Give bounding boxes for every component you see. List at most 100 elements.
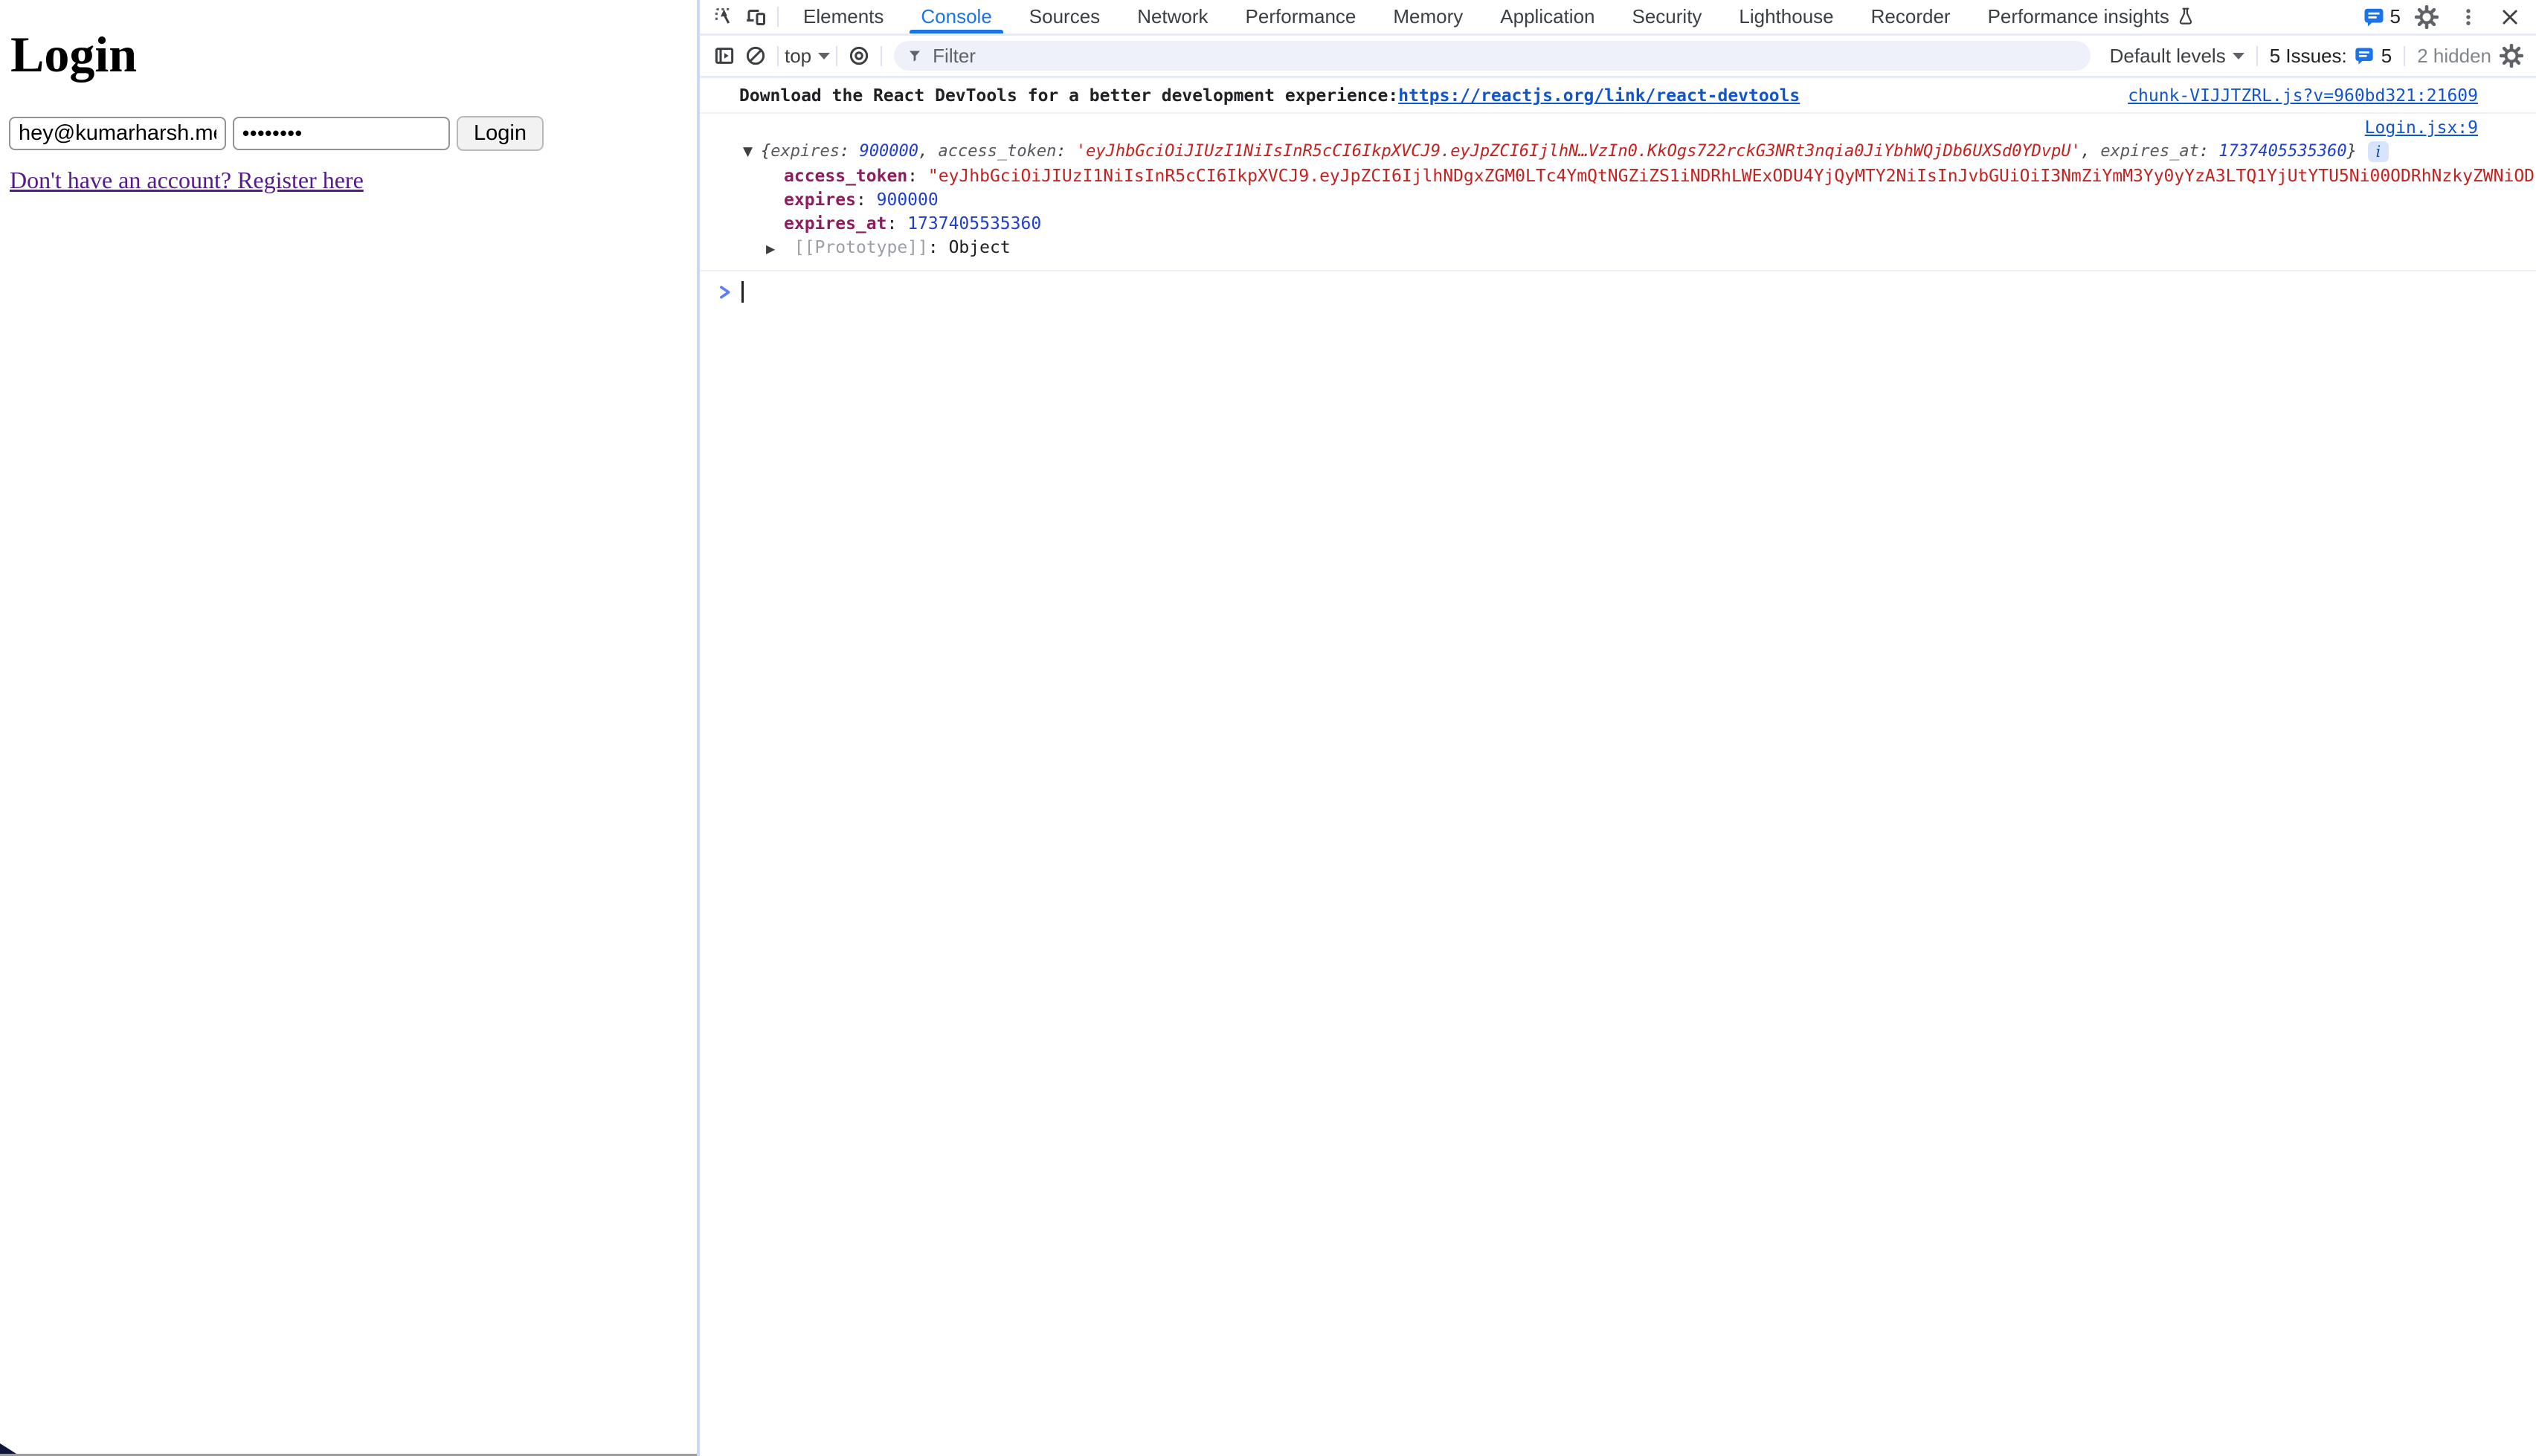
divider xyxy=(836,46,837,66)
tab-label: Lighthouse xyxy=(1739,5,1833,28)
property-key: expires_at xyxy=(784,214,886,233)
object-properties: access_token: "eyJhbGciOiJIUzI1NiIsInR5c… xyxy=(700,164,2536,236)
context-selector-label: top xyxy=(785,45,811,68)
info-message-text: Download the React DevTools for a better… xyxy=(739,85,1398,107)
tab-label: Elements xyxy=(803,5,884,28)
messages-count: 5 xyxy=(2390,5,2401,28)
property-value: "eyJhbGciOiJIUzI1NiIsInR5cCI6IkpXVCJ9.ey… xyxy=(928,167,2536,186)
preview-segment-punct: : xyxy=(1056,142,1076,161)
tab-network[interactable]: Network xyxy=(1119,0,1226,33)
preview-segment-key: expires_at xyxy=(2100,142,2198,161)
context-selector[interactable]: top xyxy=(785,45,830,68)
console-sidebar-icon[interactable] xyxy=(709,42,740,70)
tab-security[interactable]: Security xyxy=(1614,0,1721,33)
preview-segment-punct: , xyxy=(2081,142,2101,161)
text-cursor xyxy=(741,281,744,303)
prototype-key: [[Prototype]] xyxy=(794,238,928,257)
console-settings-gear-icon[interactable] xyxy=(2496,42,2527,70)
console-prompt[interactable] xyxy=(700,270,2536,303)
tab-application[interactable]: Application xyxy=(1481,0,1613,33)
device-toolbar-icon[interactable] xyxy=(740,3,771,31)
property-value: 900000 xyxy=(877,190,939,210)
issues-count: 5 xyxy=(2381,45,2392,68)
password-field[interactable] xyxy=(233,117,450,150)
tab-label: Application xyxy=(1500,5,1594,28)
clear-console-icon[interactable] xyxy=(740,42,771,70)
tab-recorder[interactable]: Recorder xyxy=(1853,0,1969,33)
tab-sources[interactable]: Sources xyxy=(1011,0,1119,33)
preview-segment-punct: : xyxy=(840,142,860,161)
source-link-login-jsx[interactable]: Login.jsx:9 xyxy=(2365,118,2478,138)
settings-gear-icon[interactable] xyxy=(2411,3,2442,31)
tab-lighthouse[interactable]: Lighthouse xyxy=(1720,0,1852,33)
object-property-expires: expires: 900000 xyxy=(700,188,2536,212)
tab-label: Sources xyxy=(1029,5,1100,28)
info-icon: i xyxy=(2368,141,2389,162)
tab-console[interactable]: Console xyxy=(902,0,1010,33)
property-key: access_token xyxy=(784,167,907,186)
object-preview-row: ▼ {expires: 900000, access_token: 'eyJhb… xyxy=(700,139,2536,164)
tab-performance-insights[interactable]: Performance insights xyxy=(1969,0,2214,33)
tab-label: Performance xyxy=(1246,5,1356,28)
tab-label: Memory xyxy=(1393,5,1463,28)
filter-input[interactable]: Filter xyxy=(894,41,2090,71)
chevron-down-icon xyxy=(818,53,830,59)
expand-triangle-icon[interactable]: ▶ xyxy=(766,237,784,261)
divider xyxy=(2404,46,2405,66)
register-link[interactable]: Don't have an account? Register here xyxy=(10,167,364,194)
divider xyxy=(881,46,882,66)
console-output: Download the React DevTools for a better… xyxy=(700,78,2536,1456)
tabbar-right-controls: 5 xyxy=(2363,3,2536,31)
prototype-row: ▶ [[Prototype]]: Object xyxy=(700,236,2536,261)
object-property-access_token: access_token: "eyJhbGciOiJIUzI1NiIsInR5c… xyxy=(700,164,2536,188)
console-info-message: Download the React DevTools for a better… xyxy=(700,78,2536,114)
tab-label: Performance insights xyxy=(1988,5,2169,28)
inspect-element-icon[interactable] xyxy=(709,3,740,31)
filter-placeholder: Filter xyxy=(933,45,976,68)
close-icon[interactable] xyxy=(2494,3,2526,31)
property-value: 1737405535360 xyxy=(907,214,1041,233)
devtools-tabbar: Elements Console Sources Network Performance… xyxy=(700,0,2536,36)
issues-label: 5 Issues: xyxy=(2270,45,2347,68)
login-button[interactable]: Login xyxy=(457,116,544,151)
tab-elements[interactable]: Elements xyxy=(785,0,902,33)
divider xyxy=(2256,46,2258,66)
preview-segment-key: access_token xyxy=(938,142,1056,161)
tab-performance[interactable]: Performance xyxy=(1227,0,1375,33)
email-field[interactable] xyxy=(9,117,226,150)
tab-label: Security xyxy=(1632,5,1702,28)
react-devtools-link[interactable]: https://reactjs.org/link/react-devtools xyxy=(1398,85,1800,107)
collapse-triangle-icon[interactable]: ▼ xyxy=(743,139,761,164)
preview-segment-string: 'eyJhbGciOiJIUzI1NiIsInR5cCI6IkpXVCJ9.ey… xyxy=(1076,142,2081,161)
devtools-tabs: Elements Console Sources Network Performance… xyxy=(785,0,2214,33)
source-link-chunk[interactable]: chunk-VIJJTZRL.js?v=960bd321:21609 xyxy=(2128,85,2478,107)
log-levels-label: Default levels xyxy=(2110,45,2226,68)
issues-counter[interactable]: 5 Issues: 5 xyxy=(2270,45,2392,68)
devtools-panel: Elements Console Sources Network Performance… xyxy=(697,0,2536,1456)
preview-segment-punct: { xyxy=(761,142,770,161)
tab-label: Recorder xyxy=(1871,5,1951,28)
console-object-log: Login.jsx:9 ▼ {expires: 900000, access_t… xyxy=(700,114,2536,264)
prompt-chevron-icon xyxy=(718,284,734,300)
more-options-icon[interactable] xyxy=(2453,3,2484,31)
console-messages-badge[interactable]: 5 xyxy=(2363,5,2401,28)
hidden-messages-label: 2 hidden xyxy=(2417,45,2491,68)
issues-chat-icon xyxy=(2354,45,2375,66)
filter-funnel-icon xyxy=(906,47,924,65)
login-page: Login Login Don't have an account? Regis… xyxy=(0,0,694,1456)
property-key: expires xyxy=(784,190,856,210)
tab-memory[interactable]: Memory xyxy=(1374,0,1481,33)
dev-badge-corner[interactable] xyxy=(0,1443,16,1454)
preview-segment-punct: : xyxy=(2199,142,2219,161)
object-property-expires_at: expires_at: 1737405535360 xyxy=(700,212,2536,236)
live-expression-eye-icon[interactable] xyxy=(843,42,875,70)
login-form: Login xyxy=(9,116,544,151)
prototype-value: Object xyxy=(949,238,1011,257)
preview-segment-number: 1737405535360 xyxy=(2218,142,2346,161)
log-levels-selector[interactable]: Default levels xyxy=(2110,45,2244,68)
preview-segment-key: expires xyxy=(770,142,840,161)
page-title: Login xyxy=(10,25,694,84)
divider xyxy=(777,7,779,27)
tab-label: Network xyxy=(1137,5,1208,28)
tab-label: Console xyxy=(921,5,991,28)
